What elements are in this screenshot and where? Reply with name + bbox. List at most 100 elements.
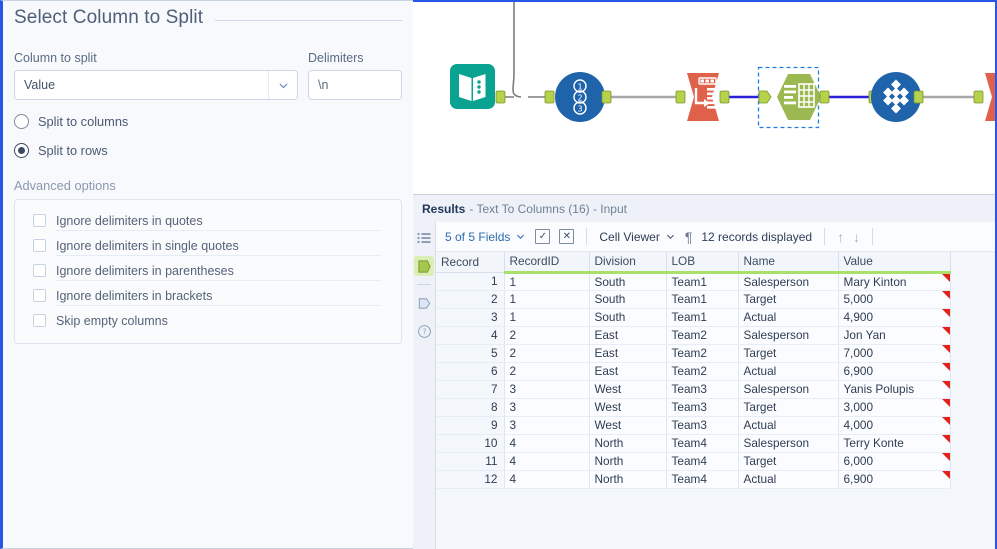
cell-recordid[interactable]: 2 <box>504 326 590 345</box>
checkbox-icon-ignore-quotes[interactable] <box>33 214 46 227</box>
cell-viewer-selector[interactable]: Cell Viewer <box>599 230 675 244</box>
cell-name[interactable]: Target <box>738 452 839 471</box>
cell-value[interactable]: Jon Yan <box>838 326 951 345</box>
cell-record[interactable]: 5 <box>436 344 505 363</box>
cell-recordid[interactable]: 2 <box>504 344 590 363</box>
arrow-up-icon[interactable]: ↑ <box>837 229 844 245</box>
cell-lob[interactable]: Team2 <box>666 344 739 363</box>
cell-value[interactable]: 3,000 <box>838 398 951 417</box>
cell-name[interactable]: Actual <box>738 416 839 435</box>
table-row[interactable]: 12 4 North Team4 Actual 6,900 <box>436 470 951 489</box>
help-icon[interactable]: ? <box>414 321 434 341</box>
cell-recordid[interactable]: 4 <box>504 470 590 489</box>
column-header-value[interactable]: Value <box>838 252 951 274</box>
cell-division[interactable]: West <box>589 380 667 399</box>
checkbox-row-ignore-brackets[interactable]: Ignore delimiters in brackets <box>15 283 401 308</box>
cell-name[interactable]: Salesperson <box>738 326 839 345</box>
checkbox-icon-ignore-parentheses[interactable] <box>33 264 46 277</box>
table-row[interactable]: 6 2 East Team2 Actual 6,900 <box>436 362 951 381</box>
table-row[interactable]: 5 2 East Team2 Target 7,000 <box>436 344 951 363</box>
data-output-icon[interactable] <box>414 256 434 276</box>
cell-recordid[interactable]: 4 <box>504 434 590 453</box>
cell-recordid[interactable]: 4 <box>504 452 590 471</box>
cell-record[interactable]: 3 <box>436 308 505 327</box>
cell-division[interactable]: East <box>589 344 667 363</box>
cell-lob[interactable]: Team1 <box>666 272 739 291</box>
cell-division[interactable]: South <box>589 290 667 309</box>
cell-recordid[interactable]: 3 <box>504 380 590 399</box>
cell-division[interactable]: East <box>589 326 667 345</box>
cell-recordid[interactable]: 3 <box>504 398 590 417</box>
cell-record[interactable]: 10 <box>436 434 505 453</box>
checkbox-check-icon[interactable]: ✓ <box>535 229 551 244</box>
cell-division[interactable]: South <box>589 308 667 327</box>
table-row[interactable]: 8 3 West Team3 Target 3,000 <box>436 398 951 417</box>
table-row[interactable]: 3 1 South Team1 Actual 4,900 <box>436 308 951 327</box>
cell-record[interactable]: 6 <box>436 362 505 381</box>
cell-record[interactable]: 2 <box>436 290 505 309</box>
cell-value[interactable]: Yanis Polupis <box>838 380 951 399</box>
radio-icon-split-to-rows[interactable] <box>14 143 29 158</box>
cell-division[interactable]: South <box>589 272 667 291</box>
cell-record[interactable]: 1 <box>436 272 505 291</box>
checkbox-row-ignore-parentheses[interactable]: Ignore delimiters in parentheses <box>15 258 401 283</box>
cell-value[interactable]: 5,000 <box>838 290 951 309</box>
column-to-split-select[interactable]: Value <box>14 70 298 100</box>
cell-recordid[interactable]: 1 <box>504 290 590 309</box>
cell-division[interactable]: West <box>589 398 667 417</box>
cell-lob[interactable]: Team2 <box>666 362 739 381</box>
cell-value[interactable]: 7,000 <box>838 344 951 363</box>
chevron-down-icon[interactable] <box>269 79 297 92</box>
cell-lob[interactable]: Team4 <box>666 470 739 489</box>
column-header-division[interactable]: Division <box>589 252 667 274</box>
cell-lob[interactable]: Team4 <box>666 434 739 453</box>
arrow-down-icon[interactable]: ↓ <box>853 229 860 245</box>
table-row[interactable]: 10 4 North Team4 Salesperson Terry Konte <box>436 434 951 453</box>
cell-name[interactable]: Target <box>738 290 839 309</box>
cell-division[interactable]: East <box>589 362 667 381</box>
list-icon[interactable] <box>414 228 434 248</box>
table-row[interactable]: 2 1 South Team1 Target 5,000 <box>436 290 951 309</box>
cell-lob[interactable]: Team1 <box>666 308 739 327</box>
cell-recordid[interactable]: 3 <box>504 416 590 435</box>
cell-record[interactable]: 8 <box>436 398 505 417</box>
cell-value[interactable]: 4,900 <box>838 308 951 327</box>
cell-name[interactable]: Actual <box>738 362 839 381</box>
cell-record[interactable]: 4 <box>436 326 505 345</box>
checkbox-row-skip-empty-columns[interactable]: Skip empty columns <box>15 308 401 333</box>
cell-lob[interactable]: Team1 <box>666 290 739 309</box>
column-header-record[interactable]: Record <box>436 252 505 273</box>
cell-value[interactable]: 6,900 <box>838 362 951 381</box>
cell-value[interactable]: Mary Kinton <box>838 272 951 291</box>
radio-split-to-columns[interactable]: Split to columns <box>14 114 402 129</box>
cell-lob[interactable]: Team3 <box>666 416 739 435</box>
cell-division[interactable]: North <box>589 434 667 453</box>
cell-value[interactable]: Terry Konte <box>838 434 951 453</box>
cell-lob[interactable]: Team3 <box>666 398 739 417</box>
cell-division[interactable]: North <box>589 470 667 489</box>
checkbox-row-ignore-single-quotes[interactable]: Ignore delimiters in single quotes <box>15 233 401 258</box>
checkbox-row-ignore-quotes[interactable]: Ignore delimiters in quotes <box>15 208 401 233</box>
cell-record[interactable]: 12 <box>436 470 505 489</box>
column-header-lob[interactable]: LOB <box>666 252 739 274</box>
cell-lob[interactable]: Team2 <box>666 326 739 345</box>
cell-name[interactable]: Actual <box>738 470 839 489</box>
checkbox-icon-skip-empty-columns[interactable] <box>33 314 46 327</box>
cell-record[interactable]: 11 <box>436 452 505 471</box>
table-row[interactable]: 11 4 North Team4 Target 6,000 <box>436 452 951 471</box>
cell-recordid[interactable]: 1 <box>504 308 590 327</box>
table-row[interactable]: 7 3 West Team3 Salesperson Yanis Polupis <box>436 380 951 399</box>
fields-selector[interactable]: 5 of 5 Fields <box>445 230 526 244</box>
delimiters-input[interactable]: \n <box>308 70 402 100</box>
cell-value[interactable]: 4,000 <box>838 416 951 435</box>
table-row[interactable]: 1 1 South Team1 Salesperson Mary Kinton <box>436 272 951 291</box>
cell-division[interactable]: West <box>589 416 667 435</box>
cell-name[interactable]: Actual <box>738 308 839 327</box>
checkbox-clear-icon[interactable]: ✕ <box>559 229 575 244</box>
cell-value[interactable]: 6,000 <box>838 452 951 471</box>
checkbox-icon-ignore-brackets[interactable] <box>33 289 46 302</box>
results-grid-wrap[interactable]: Record RecordID Division LOB Name Value … <box>436 252 995 549</box>
cell-value[interactable]: 6,900 <box>838 470 951 489</box>
cell-division[interactable]: North <box>589 452 667 471</box>
table-row[interactable]: 4 2 East Team2 Salesperson Jon Yan <box>436 326 951 345</box>
